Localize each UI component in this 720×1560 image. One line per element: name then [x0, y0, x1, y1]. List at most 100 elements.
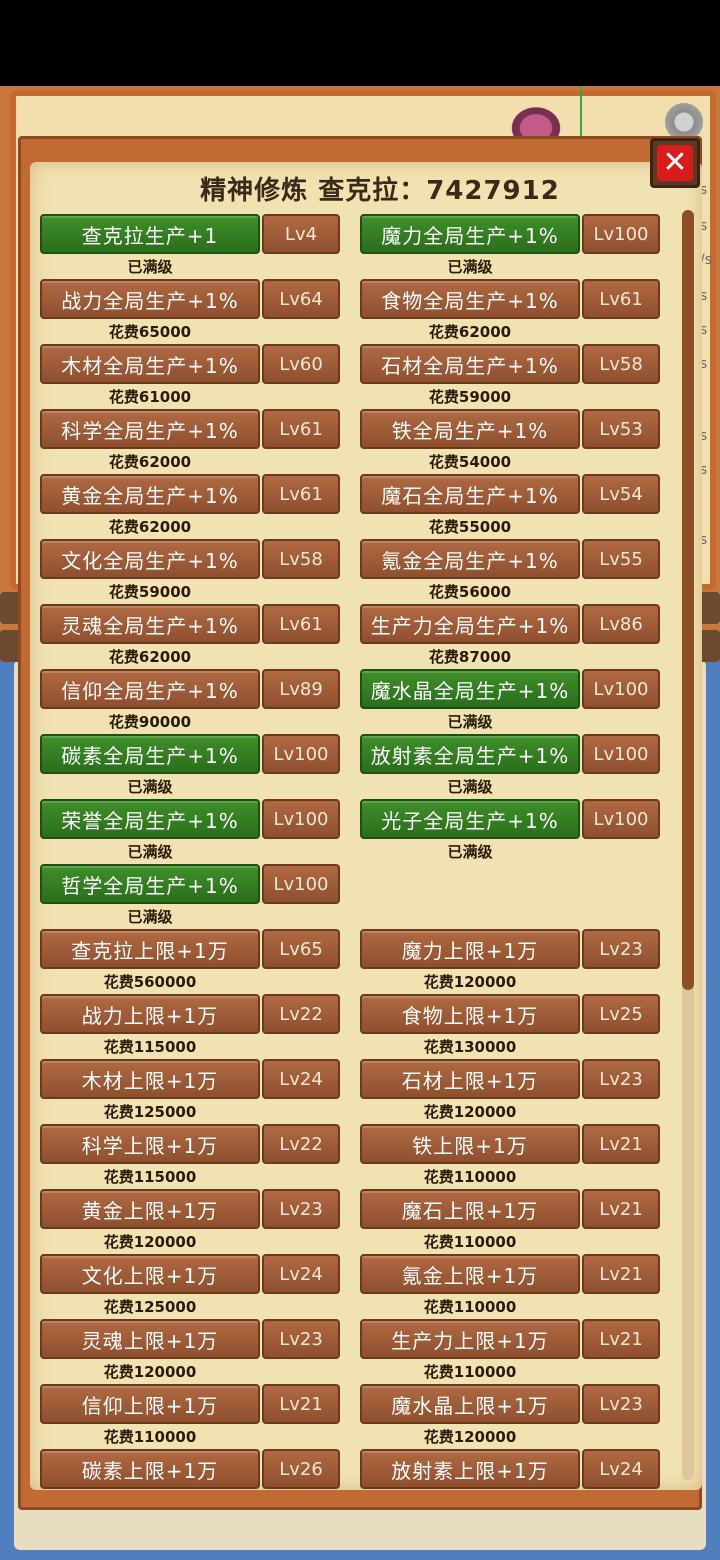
upgrade-button[interactable]: 文化上限+1万 — [40, 1254, 260, 1294]
upgrade-button[interactable]: 碳素全局生产+1% — [40, 734, 260, 774]
upgrade-row: 灵魂上限+1万 Lv23 — [40, 1319, 340, 1359]
scrollbar-thumb[interactable] — [682, 210, 694, 990]
upgrade-row: 生产力全局生产+1% Lv86 — [360, 604, 660, 644]
upgrade-button[interactable]: 木材全局生产+1% — [40, 344, 260, 384]
upgrade-row: 放射素上限+1万 Lv24 — [360, 1449, 660, 1489]
upgrade-row: 荣誉全局生产+1% Lv100 — [40, 799, 340, 839]
upgrade-row: 查克拉上限+1万 Lv65 — [40, 929, 340, 969]
upgrade-button[interactable]: 哲学全局生产+1% — [40, 864, 260, 904]
upgrade-cost: 花费120000 — [103, 1233, 197, 1251]
level-badge: Lv54 — [582, 474, 660, 514]
upgrade-row: 魔力上限+1万 Lv23 — [360, 929, 660, 969]
level-badge: Lv24 — [582, 1449, 660, 1489]
upgrade-item: 铁上限+1万 Lv21 花费110000 — [360, 1124, 660, 1189]
upgrade-button[interactable]: 铁全局生产+1% — [360, 409, 580, 449]
upgrade-cost: 已满级 — [447, 713, 493, 731]
level-badge: Lv25 — [582, 994, 660, 1034]
upgrade-button[interactable]: 魔石全局生产+1% — [360, 474, 580, 514]
upgrade-button[interactable]: 氪金全局生产+1% — [360, 539, 580, 579]
upgrade-button[interactable]: 战力全局生产+1% — [40, 279, 260, 319]
upgrade-row: 战力上限+1万 Lv22 — [40, 994, 340, 1034]
upgrade-button[interactable]: 黄金全局生产+1% — [40, 474, 260, 514]
upgrade-item: 生产力上限+1万 Lv21 花费110000 — [360, 1319, 660, 1384]
upgrade-button[interactable]: 魔水晶全局生产+1% — [360, 669, 580, 709]
level-badge: Lv23 — [262, 1319, 340, 1359]
level-badge: Lv24 — [262, 1254, 340, 1294]
upgrade-row: 碳素上限+1万 Lv26 — [40, 1449, 340, 1489]
upgrade-row: 氪金全局生产+1% Lv55 — [360, 539, 660, 579]
upgrade-button[interactable]: 食物全局生产+1% — [360, 279, 580, 319]
level-badge: Lv61 — [262, 409, 340, 449]
level-badge: Lv23 — [262, 1189, 340, 1229]
close-button[interactable]: ✕ — [650, 138, 700, 188]
upgrade-item: 铁全局生产+1% Lv53 花费54000 — [360, 409, 660, 474]
upgrade-cost: 已满级 — [447, 258, 493, 276]
upgrade-button[interactable]: 魔力上限+1万 — [360, 929, 580, 969]
upgrade-button[interactable]: 放射素上限+1万 — [360, 1449, 580, 1489]
upgrade-row: 石材全局生产+1% Lv58 — [360, 344, 660, 384]
panel-title: 精神修炼 查克拉：7427912 — [200, 176, 560, 206]
level-badge: Lv23 — [582, 1384, 660, 1424]
upgrade-cost: 花费55000 — [428, 518, 512, 536]
upgrade-button[interactable]: 生产力上限+1万 — [360, 1319, 580, 1359]
upgrade-button[interactable]: 生产力全局生产+1% — [360, 604, 580, 644]
upgrade-button[interactable]: 荣誉全局生产+1% — [40, 799, 260, 839]
upgrade-cost: 花费110000 — [423, 1363, 517, 1381]
upgrade-row: 信仰全局生产+1% Lv89 — [40, 669, 340, 709]
upgrade-button[interactable]: 战力上限+1万 — [40, 994, 260, 1034]
upgrade-row: 石材上限+1万 Lv23 — [360, 1059, 660, 1099]
level-badge: Lv26 — [262, 1449, 340, 1489]
upgrade-button[interactable]: 查克拉上限+1万 — [40, 929, 260, 969]
upgrade-item: 黄金全局生产+1% Lv61 花费62000 — [40, 474, 340, 539]
upgrade-button[interactable]: 光子全局生产+1% — [360, 799, 580, 839]
upgrade-button[interactable]: 文化全局生产+1% — [40, 539, 260, 579]
upgrade-cost: 花费115000 — [103, 1038, 197, 1056]
level-badge: Lv100 — [262, 864, 340, 904]
upgrade-row: 碳素全局生产+1% Lv100 — [40, 734, 340, 774]
upgrade-item: 生产力全局生产+1% Lv86 花费87000 — [360, 604, 660, 669]
upgrade-button[interactable]: 信仰全局生产+1% — [40, 669, 260, 709]
upgrade-row: 食物上限+1万 Lv25 — [360, 994, 660, 1034]
upgrade-button[interactable]: 科学全局生产+1% — [40, 409, 260, 449]
upgrade-button[interactable]: 木材上限+1万 — [40, 1059, 260, 1099]
upgrade-cost: 已满级 — [127, 908, 173, 926]
upgrade-button[interactable]: 碳素上限+1万 — [40, 1449, 260, 1489]
upgrade-button[interactable]: 魔石上限+1万 — [360, 1189, 580, 1229]
level-badge: Lv61 — [262, 604, 340, 644]
upgrade-button[interactable]: 黄金上限+1万 — [40, 1189, 260, 1229]
upgrade-button[interactable]: 查克拉生产+1 — [40, 214, 260, 254]
upgrade-button[interactable]: 放射素全局生产+1% — [360, 734, 580, 774]
upgrade-item: 木材全局生产+1% Lv60 花费61000 — [40, 344, 340, 409]
level-badge: Lv22 — [262, 1124, 340, 1164]
upgrade-row: 查克拉生产+1 Lv4 — [40, 214, 340, 254]
upgrade-button[interactable]: 食物上限+1万 — [360, 994, 580, 1034]
upgrade-row: 魔水晶全局生产+1% Lv100 — [360, 669, 660, 709]
level-badge: Lv53 — [582, 409, 660, 449]
upgrade-row: 放射素全局生产+1% Lv100 — [360, 734, 660, 774]
upgrade-item: 战力全局生产+1% Lv64 花费65000 — [40, 279, 340, 344]
level-badge: Lv61 — [262, 474, 340, 514]
upgrade-row: 铁全局生产+1% Lv53 — [360, 409, 660, 449]
upgrade-cost: 已满级 — [127, 258, 173, 276]
upgrade-button[interactable]: 信仰上限+1万 — [40, 1384, 260, 1424]
upgrade-row: 木材上限+1万 Lv24 — [40, 1059, 340, 1099]
upgrade-row: 生产力上限+1万 Lv21 — [360, 1319, 660, 1359]
upgrade-button[interactable]: 铁上限+1万 — [360, 1124, 580, 1164]
upgrade-button[interactable]: 灵魂上限+1万 — [40, 1319, 260, 1359]
upgrade-button[interactable]: 氪金上限+1万 — [360, 1254, 580, 1294]
level-badge: Lv100 — [582, 734, 660, 774]
upgrade-cost: 花费120000 — [423, 1103, 517, 1121]
upgrade-button[interactable]: 灵魂全局生产+1% — [40, 604, 260, 644]
upgrade-row: 信仰上限+1万 Lv21 — [40, 1384, 340, 1424]
upgrade-item: 战力上限+1万 Lv22 花费115000 — [40, 994, 340, 1059]
upgrade-item: 文化上限+1万 Lv24 花费125000 — [40, 1254, 340, 1319]
upgrade-cost: 花费54000 — [428, 453, 512, 471]
upgrade-button[interactable]: 石材上限+1万 — [360, 1059, 580, 1099]
upgrade-button[interactable]: 石材全局生产+1% — [360, 344, 580, 384]
upgrade-button[interactable]: 科学上限+1万 — [40, 1124, 260, 1164]
upgrade-button[interactable]: 魔水晶上限+1万 — [360, 1384, 580, 1424]
level-badge: Lv21 — [582, 1189, 660, 1229]
upgrade-item: 魔石上限+1万 Lv21 花费110000 — [360, 1189, 660, 1254]
upgrade-button[interactable]: 魔力全局生产+1% — [360, 214, 580, 254]
upgrade-item: 灵魂全局生产+1% Lv61 花费62000 — [40, 604, 340, 669]
